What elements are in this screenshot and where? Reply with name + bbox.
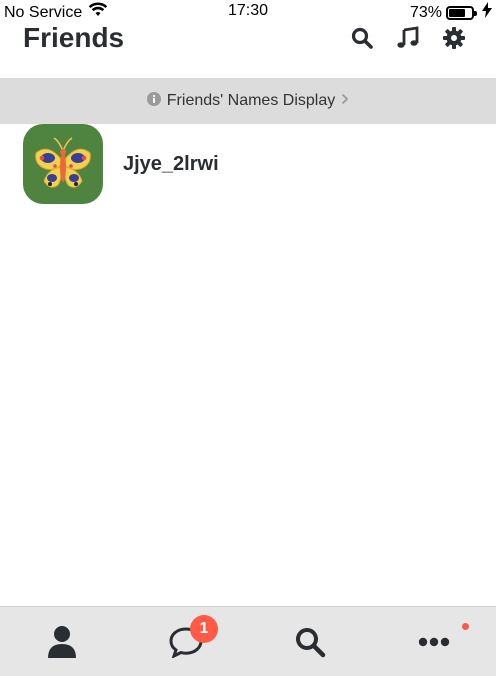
tab-more[interactable] [372, 607, 496, 676]
chevron-right-icon [341, 92, 349, 110]
charging-bolt-icon [482, 2, 492, 23]
avatar [23, 124, 103, 204]
status-bar: No Service 17:30 73% [0, 0, 496, 24]
battery-percent: 73% [409, 3, 442, 21]
gear-icon[interactable] [442, 26, 466, 50]
music-note-icon[interactable] [396, 26, 420, 50]
notification-dot [462, 623, 469, 630]
friends-screen: No Service 17:30 73% Friends Friends' Na… [0, 0, 496, 676]
friend-name: Jjye_2lrwi [123, 152, 219, 175]
status-right: 73% [410, 2, 492, 23]
more-icon [418, 637, 450, 646]
page-title: Friends [23, 22, 125, 53]
battery-icon [446, 5, 477, 20]
header: Friends [0, 22, 496, 78]
info-icon [146, 91, 161, 111]
chat-badge: 1 [190, 615, 218, 643]
friend-row[interactable]: Jjye_2lrwi [0, 124, 496, 204]
names-display-banner[interactable]: Friends' Names Display [0, 78, 496, 124]
tab-search[interactable] [248, 607, 372, 676]
battery-fill [449, 8, 466, 17]
search-icon [296, 627, 326, 657]
search-icon[interactable] [350, 26, 374, 50]
butterfly-icon [35, 137, 91, 188]
header-actions [350, 26, 466, 50]
tab-chats[interactable]: 1 [124, 607, 248, 676]
tab-friends[interactable] [0, 607, 124, 676]
friend-list: Jjye_2lrwi [0, 124, 496, 204]
banner-label: Friends' Names Display [166, 92, 336, 109]
person-icon [48, 625, 76, 658]
tab-bar: 1 [0, 606, 496, 676]
